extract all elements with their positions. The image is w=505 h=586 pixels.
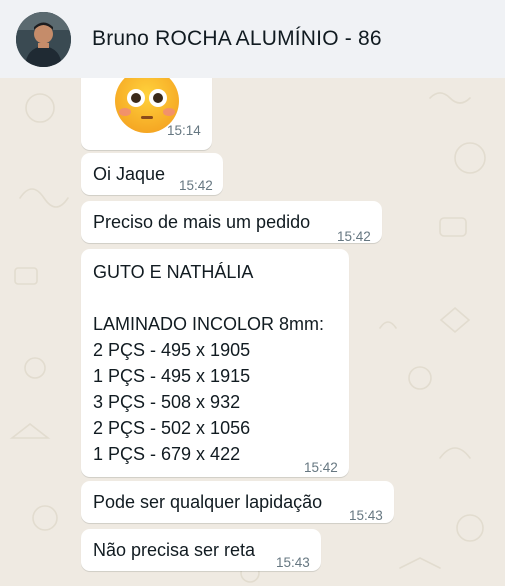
message-time: 15:42 (337, 229, 371, 244)
message-line: 1 PÇS - 679 x 422 (93, 444, 241, 464)
message-line: LAMINADO INCOLOR 8mm: (93, 314, 325, 334)
message-line (93, 285, 324, 311)
message-time: 15:42 (179, 178, 213, 193)
message-text: Preciso de mais um pedido (93, 212, 311, 232)
message-list[interactable]: 15:14 Oi Jaque 15:42 Preciso de mais um … (0, 78, 505, 586)
message-time: 15:42 (304, 460, 338, 475)
message-time: 15:14 (167, 123, 201, 138)
message-text-block: GUTO E NATHÁLIA LAMINADO INCOLOR 8mm: 2 … (93, 259, 324, 467)
message-text: Pode ser qualquer lapidação (93, 492, 323, 512)
chat-header[interactable]: Bruno ROCHA ALUMÍNIO - 86 (0, 0, 505, 78)
message-bubble[interactable]: Pode ser qualquer lapidação 15:43 (81, 481, 394, 523)
contact-name[interactable]: Bruno ROCHA ALUMÍNIO - 86 (92, 27, 382, 51)
message-time: 15:43 (349, 508, 383, 523)
message-line: 2 PÇS - 495 x 1905 (93, 340, 251, 360)
message-bubble[interactable]: Preciso de mais um pedido 15:42 (81, 201, 382, 244)
message-line: 2 PÇS - 502 x 1056 (93, 418, 251, 438)
message-line: GUTO E NATHÁLIA (93, 262, 254, 282)
message-line: 1 PÇS - 495 x 1915 (93, 366, 251, 386)
avatar[interactable] (16, 11, 71, 67)
message-line: 3 PÇS - 508 x 932 (93, 392, 241, 412)
person-avatar-icon (16, 11, 71, 67)
message-bubble-emoji[interactable]: 15:14 (81, 78, 212, 150)
message-text: Oi Jaque (93, 164, 166, 184)
message-bubble[interactable]: GUTO E NATHÁLIA LAMINADO INCOLOR 8mm: 2 … (81, 249, 349, 477)
message-text: Não precisa ser reta (93, 540, 256, 560)
message-time: 15:43 (276, 555, 310, 570)
message-bubble[interactable]: Oi Jaque 15:42 (81, 153, 223, 195)
message-bubble[interactable]: Não precisa ser reta 15:43 (81, 529, 321, 571)
